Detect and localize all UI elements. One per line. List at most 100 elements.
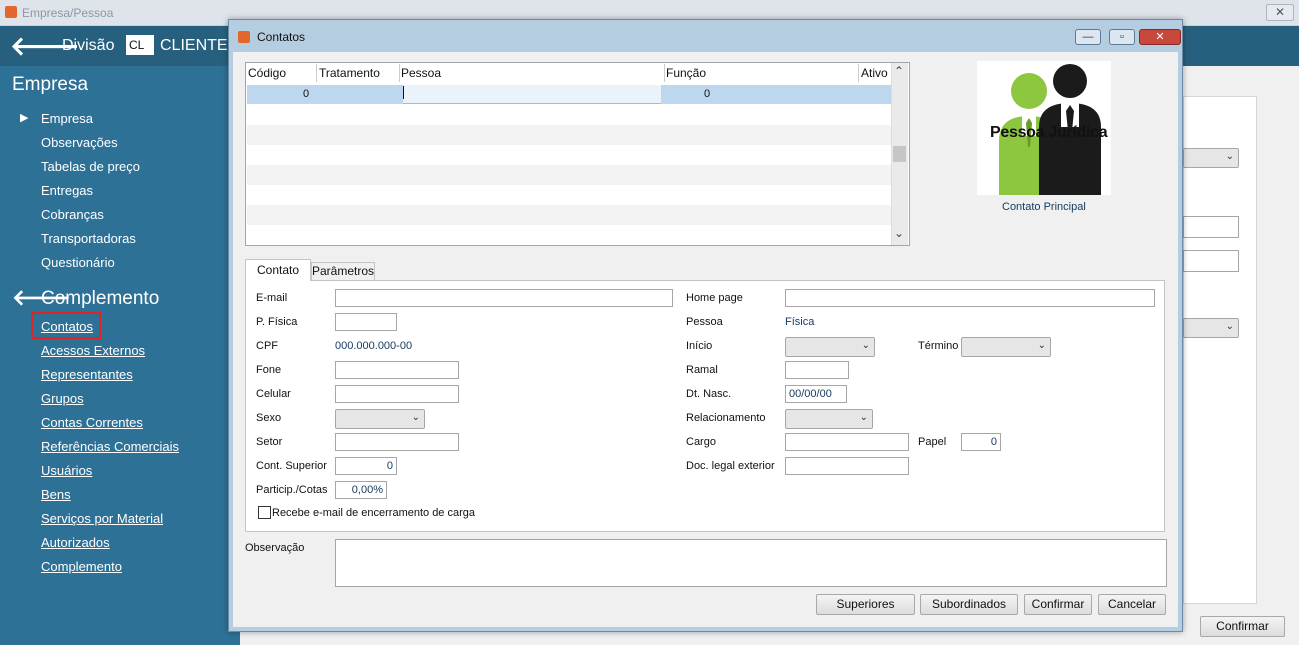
sexo-label: Sexo bbox=[256, 412, 282, 424]
sidebar-link-acessos-externos[interactable]: Acessos Externos bbox=[41, 343, 145, 358]
doc-legal-field[interactable] bbox=[785, 457, 909, 475]
cancelar-button[interactable]: Cancelar bbox=[1098, 594, 1166, 615]
sidebar-link-usuarios[interactable]: Usuários bbox=[41, 463, 92, 478]
main-close-icon[interactable]: ✕ bbox=[1266, 4, 1294, 21]
sidebar-link-servicos-material[interactable]: Serviços por Material bbox=[41, 511, 163, 526]
cpf-value: 000.000.000-00 bbox=[335, 340, 413, 352]
grid-row[interactable] bbox=[247, 165, 891, 185]
sidebar-item-transportadoras[interactable]: Transportadoras bbox=[41, 231, 136, 246]
sidebar-link-complemento[interactable]: Complemento bbox=[41, 559, 122, 574]
fone-label: Fone bbox=[256, 364, 282, 376]
dialog-app-icon bbox=[238, 31, 250, 43]
recebe-email-checkbox[interactable] bbox=[258, 506, 271, 519]
relacionamento-select[interactable]: ⌄ bbox=[785, 409, 873, 429]
contact-type-image-text: Pessoa Jurídica bbox=[990, 124, 1108, 141]
grid-cell-funcao[interactable]: 0 bbox=[704, 88, 710, 100]
column-header-codigo[interactable]: Código bbox=[248, 66, 286, 80]
observacao-textarea[interactable] bbox=[335, 539, 1167, 587]
sidebar-link-bens[interactable]: Bens bbox=[41, 487, 71, 502]
sidebar-item-empresa[interactable]: Empresa bbox=[41, 111, 93, 126]
dialog-close-icon[interactable]: ✕ bbox=[1139, 29, 1181, 45]
minimize-icon[interactable]: — bbox=[1075, 29, 1101, 45]
sidebar-heading-complemento: Complemento bbox=[41, 288, 160, 309]
sidebar-link-autorizados[interactable]: Autorizados bbox=[41, 535, 110, 550]
cpf-label: CPF bbox=[256, 340, 278, 352]
tab-contato[interactable]: Contato bbox=[245, 259, 311, 281]
background-form-panel bbox=[1183, 96, 1257, 604]
grid-cell-codigo[interactable]: 0 bbox=[303, 88, 309, 100]
cargo-label: Cargo bbox=[686, 436, 716, 448]
pessoa-label: Pessoa bbox=[686, 316, 723, 328]
app-icon bbox=[5, 6, 17, 18]
sexo-select[interactable]: ⌄ bbox=[335, 409, 425, 429]
scroll-down-icon[interactable]: ⌄ bbox=[894, 226, 904, 240]
ramal-field[interactable] bbox=[785, 361, 849, 379]
confirmar-button[interactable]: Confirmar bbox=[1024, 594, 1092, 615]
column-separator bbox=[399, 64, 400, 82]
particip-field[interactable]: 0,00% bbox=[335, 481, 387, 499]
chevron-down-icon: ⌄ bbox=[861, 340, 870, 351]
sidebar-item-entregas[interactable]: Entregas bbox=[41, 183, 93, 198]
cont-superior-field[interactable]: 0 bbox=[335, 457, 397, 475]
pfisica-field[interactable] bbox=[335, 313, 397, 331]
pfisica-label: P. Física bbox=[256, 316, 298, 328]
column-header-tratamento[interactable]: Tratamento bbox=[319, 66, 380, 80]
superiores-button[interactable]: Superiores bbox=[816, 594, 915, 615]
grid-cell-pessoa-editor[interactable] bbox=[403, 85, 661, 104]
column-separator bbox=[858, 64, 859, 82]
email-label: E-mail bbox=[256, 292, 288, 304]
fone-field[interactable] bbox=[335, 361, 459, 379]
sidebar-link-referencias-comerciais[interactable]: Referências Comerciais bbox=[41, 439, 179, 454]
inicio-date-picker[interactable]: ⌄ bbox=[785, 337, 875, 357]
subordinados-button[interactable]: Subordinados bbox=[920, 594, 1018, 615]
sidebar-item-tabelas-preco[interactable]: Tabelas de preço bbox=[41, 159, 140, 174]
setor-field[interactable] bbox=[335, 433, 459, 451]
column-header-ativo[interactable]: Ativo bbox=[861, 66, 888, 80]
homepage-field[interactable] bbox=[785, 289, 1155, 307]
sidebar-heading-empresa: Empresa bbox=[12, 74, 89, 95]
maximize-icon[interactable]: ▫ bbox=[1109, 29, 1135, 45]
sidebar-item-observacoes[interactable]: Observações bbox=[41, 135, 118, 150]
homepage-label: Home page bbox=[686, 292, 743, 304]
papel-field[interactable]: 0 bbox=[961, 433, 1001, 451]
grid-row[interactable] bbox=[247, 205, 891, 225]
contato-principal-caption: Contato Principal bbox=[1002, 201, 1086, 213]
relacionamento-label: Relacionamento bbox=[686, 412, 766, 424]
scroll-thumb[interactable] bbox=[893, 146, 906, 162]
dtnasc-field[interactable]: 00/00/00 bbox=[785, 385, 847, 403]
chevron-down-icon: ⌄ bbox=[1037, 340, 1046, 351]
column-separator bbox=[316, 64, 317, 82]
sidebar-item-cobrancas[interactable]: Cobranças bbox=[41, 207, 104, 222]
termino-label: Término bbox=[918, 340, 959, 352]
background-field-2[interactable] bbox=[1183, 250, 1239, 272]
column-header-funcao[interactable]: Função bbox=[666, 66, 706, 80]
recebe-email-label[interactable]: Recebe e-mail de encerramento de carga bbox=[272, 507, 475, 519]
setor-label: Setor bbox=[256, 436, 283, 448]
background-field-1[interactable] bbox=[1183, 216, 1239, 238]
sidebar-link-grupos[interactable]: Grupos bbox=[41, 391, 84, 406]
termino-date-picker[interactable]: ⌄ bbox=[961, 337, 1051, 357]
celular-label: Celular bbox=[256, 388, 291, 400]
cargo-field[interactable] bbox=[785, 433, 909, 451]
sidebar-item-questionario[interactable]: Questionário bbox=[41, 255, 115, 270]
chevron-down-icon: ⌄ bbox=[411, 412, 420, 423]
column-header-pessoa[interactable]: Pessoa bbox=[401, 66, 441, 80]
celular-field[interactable] bbox=[335, 385, 459, 403]
scroll-up-icon[interactable]: ⌃ bbox=[894, 64, 904, 78]
email-field[interactable] bbox=[335, 289, 673, 307]
sidebar-link-contatos[interactable]: Contatos bbox=[41, 319, 93, 334]
inicio-label: Início bbox=[686, 340, 713, 352]
text-cursor bbox=[403, 86, 404, 99]
divisao-code-field[interactable]: CL bbox=[126, 35, 154, 55]
grid-row[interactable] bbox=[247, 125, 891, 145]
tab-parametros[interactable]: Parâmetros bbox=[311, 262, 375, 281]
particip-label: Particip./Cotas bbox=[256, 484, 328, 496]
main-confirm-button[interactable]: Confirmar bbox=[1200, 616, 1285, 637]
background-combo-1[interactable]: ⌄ bbox=[1183, 148, 1239, 168]
background-combo-2[interactable]: ⌄ bbox=[1183, 318, 1239, 338]
doc-legal-label: Doc. legal exterior bbox=[686, 460, 775, 472]
papel-label: Papel bbox=[918, 436, 947, 448]
main-window-title: Empresa/Pessoa bbox=[22, 6, 114, 20]
sidebar-link-representantes[interactable]: Representantes bbox=[41, 367, 133, 382]
sidebar-link-contas-correntes[interactable]: Contas Correntes bbox=[41, 415, 143, 430]
